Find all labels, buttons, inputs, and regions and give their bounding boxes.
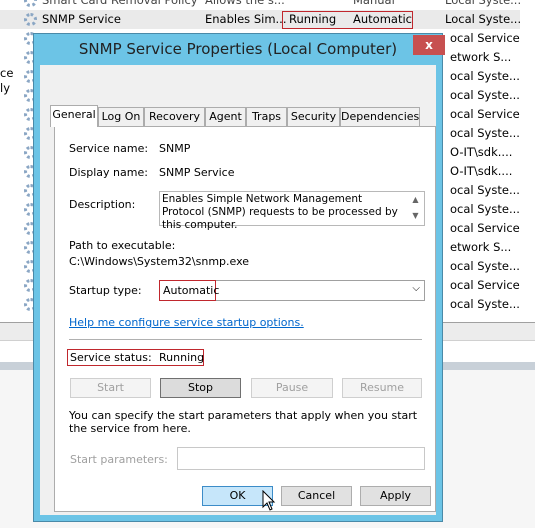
tab-general[interactable]: General	[50, 105, 98, 127]
display-name-label: Display name:	[69, 166, 148, 179]
tab-security[interactable]: Security	[287, 107, 340, 127]
start-button[interactable]: Start	[70, 378, 151, 398]
dialog-client: General Log On Recovery Agent Traps Security D…	[40, 65, 436, 515]
path-value: C:\Windows\System32\snmp.exe	[69, 255, 250, 268]
description-scrollbar[interactable]: ▲ ▼	[407, 192, 424, 225]
left-pane-text: ce	[0, 66, 14, 80]
status-label: Service status:	[70, 351, 152, 364]
tab-traps[interactable]: Traps	[246, 107, 287, 127]
scroll-down-icon[interactable]: ▼	[407, 208, 424, 224]
tab-dependencies[interactable]: Dependencies	[340, 107, 420, 127]
service-logon: ocal Service	[450, 278, 520, 292]
close-button[interactable]: x	[413, 35, 445, 55]
service-row[interactable]: Smart Card Removal Policy Allows the s..…	[0, 0, 522, 10]
params-input[interactable]	[177, 447, 425, 470]
service-logon: Local Syste...	[445, 0, 522, 7]
path-label: Path to executable:	[69, 239, 176, 252]
apply-button[interactable]: Apply	[360, 486, 431, 506]
service-logon: etwork S...	[450, 240, 512, 254]
scroll-up-icon[interactable]: ▲	[407, 192, 424, 208]
resume-button[interactable]: Resume	[342, 378, 422, 398]
display-name-value: SNMP Service	[159, 166, 235, 179]
highlight-box	[282, 11, 413, 29]
description-box[interactable]: Enables Simple Network Management Protoc…	[159, 191, 425, 231]
gear-icon	[24, 13, 37, 26]
service-logon: ocal Syste...	[450, 202, 520, 216]
chevron-down-icon: ⌵	[412, 283, 420, 294]
tab-log-on[interactable]: Log On	[98, 107, 144, 127]
startup-type-select[interactable]: Automatic ⌵	[159, 280, 425, 301]
tab-recovery[interactable]: Recovery	[144, 107, 205, 127]
description-label: Description:	[69, 198, 136, 211]
help-link[interactable]: Help me configure service startup option…	[69, 316, 304, 329]
general-panel: Service name: SNMP Display name: SNMP Se…	[54, 126, 436, 512]
mouse-cursor-icon	[262, 490, 276, 511]
properties-dialog: SNMP Service Properties (Local Computer)…	[33, 33, 445, 522]
service-logon: O-IT\sdk....	[450, 145, 513, 159]
status-value: Running	[159, 351, 205, 364]
params-label: Start parameters:	[70, 453, 168, 466]
service-row-snmp[interactable]: SNMP Service Enables Sim... Running Auto…	[0, 10, 522, 29]
service-name: SNMP Service	[42, 12, 121, 26]
service-logon: ocal Syste...	[450, 88, 520, 102]
service-logon: etwork S...	[450, 50, 512, 64]
service-logon: ocal Syste...	[450, 259, 520, 273]
startup-type-label: Startup type:	[69, 284, 142, 297]
left-pane-text: ly	[0, 81, 11, 95]
service-description: Enables Sim...	[205, 12, 287, 26]
service-logon: ocal Service	[450, 107, 520, 121]
service-logon: O-IT\sdk....	[450, 164, 513, 178]
service-logon: ocal Syste...	[450, 69, 520, 83]
service-logon: ocal Syste...	[450, 183, 520, 197]
pause-button[interactable]: Pause	[251, 378, 333, 398]
dialog-title: SNMP Service Properties (Local Computer)	[78, 40, 398, 58]
gear-icon	[24, 0, 37, 7]
service-startup: Manual	[353, 0, 395, 7]
service-logon: ocal Service	[450, 221, 520, 235]
stop-button[interactable]: Stop	[160, 378, 241, 398]
service-logon: ocal Syste...	[450, 297, 520, 311]
service-name-label: Service name:	[69, 142, 149, 155]
startup-type-value: Automatic	[163, 284, 220, 297]
separator	[69, 339, 422, 340]
params-note: You can specify the start parameters tha…	[69, 409, 418, 435]
tab-agent[interactable]: Agent	[205, 107, 246, 127]
service-logon: ocal Syste...	[450, 126, 520, 140]
service-description: Allows the s...	[205, 0, 285, 7]
service-name: Smart Card Removal Policy	[42, 0, 198, 7]
service-logon: ocal Service	[450, 31, 520, 45]
service-logon: Local Syste...	[445, 12, 522, 26]
cancel-button[interactable]: Cancel	[281, 486, 352, 506]
service-name-value: SNMP	[159, 142, 191, 155]
